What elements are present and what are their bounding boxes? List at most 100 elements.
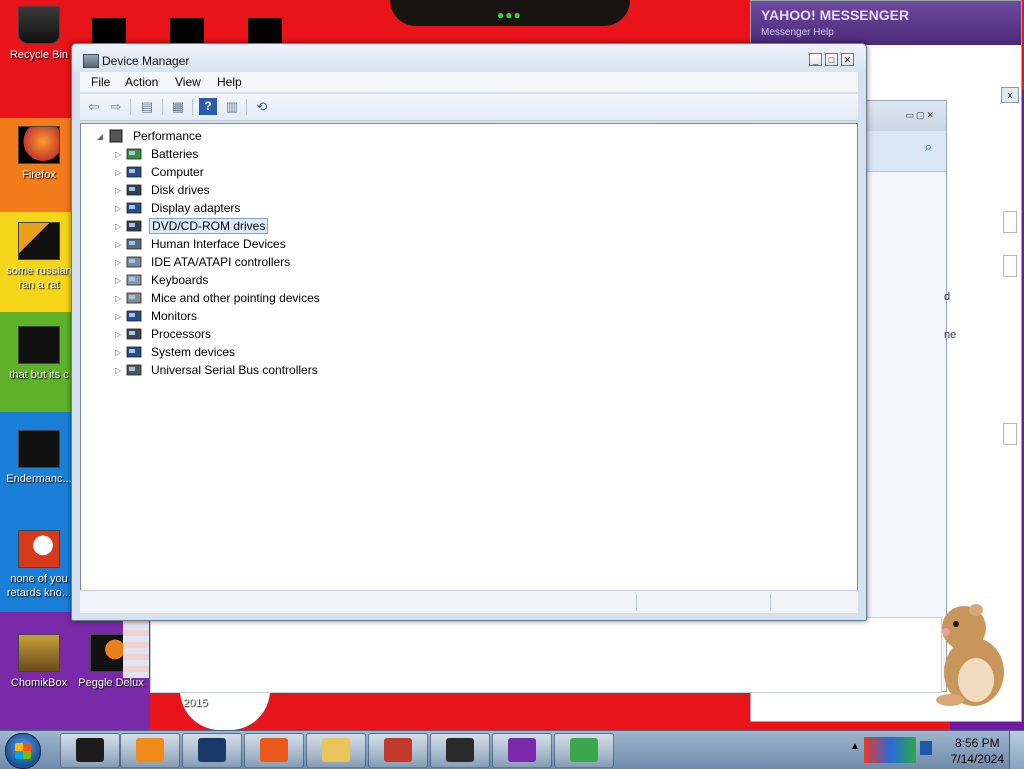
tree-node[interactable]: ▷ Human Interface Devices	[115, 235, 288, 253]
desktop-icon-firefox[interactable]: Firefox	[0, 126, 78, 182]
tree-node[interactable]: ▷ Batteries	[115, 145, 200, 163]
desktop-icon-endermanch[interactable]: Endermanc...	[0, 430, 78, 486]
tree-node[interactable]: ▷ System devices	[115, 343, 237, 361]
desktop-icon-recycle-bin[interactable]: Recycle Bin	[0, 6, 78, 62]
collapse-arrow-icon[interactable]: ◢	[97, 132, 105, 141]
clock-date: 7/14/2024	[950, 752, 1004, 766]
tree-node[interactable]: ▷ Disk drives	[115, 181, 212, 199]
desktop-icon-label: ChomikBox	[10, 677, 68, 689]
back-arrow-icon[interactable]: ⇦	[85, 98, 103, 115]
taskbar-firefox[interactable]	[244, 733, 304, 768]
taskbar-device-manager[interactable]	[368, 733, 428, 768]
clock[interactable]: 8:56 PM 7/14/2024	[951, 735, 1004, 767]
expand-arrow-icon[interactable]: ▷	[115, 240, 123, 249]
taskbar-yahoo[interactable]	[492, 733, 552, 768]
taskbar-app-1[interactable]	[60, 733, 120, 768]
yahoo-field[interactable]	[1003, 423, 1017, 445]
yahoo-field[interactable]	[1003, 211, 1017, 233]
desktop-icon-some-russian[interactable]: some russian ran a rat	[0, 222, 78, 292]
desktop-icon-chomikbox[interactable]: ChomikBox	[0, 634, 78, 690]
expand-arrow-icon[interactable]: ▷	[115, 312, 123, 321]
properties-icon[interactable]: ▦	[169, 98, 187, 115]
expand-arrow-icon[interactable]: ▷	[115, 348, 123, 357]
tree-node[interactable]: ▷ Computer	[115, 163, 206, 181]
tree-node[interactable]: ▷ DVD/CD-ROM drives	[115, 217, 269, 235]
expand-arrow-icon[interactable]: ▷	[115, 294, 123, 303]
system-tray: ▲ 8:56 PM 7/14/2024	[840, 731, 1024, 769]
tree-node[interactable]: ▷ Display adapters	[115, 199, 242, 217]
help-icon[interactable]: ?	[199, 98, 217, 115]
expand-arrow-icon[interactable]: ▷	[115, 222, 123, 231]
toolbar: ⇦ ⇨ ▤ ▦ ? ▥ ⟲	[80, 94, 858, 121]
window-controls-icon[interactable]: ▭▢✕	[905, 110, 936, 121]
action-pane-icon[interactable]: ▥	[223, 98, 241, 115]
expand-arrow-icon[interactable]: ▷	[115, 258, 123, 267]
tree-node-label: Processors	[151, 327, 212, 341]
maximize-button[interactable]: □	[825, 53, 838, 66]
battery-icon	[126, 147, 142, 161]
tree-node-label: System devices	[151, 345, 236, 359]
tree-node[interactable]: ▷ Keyboards	[115, 271, 210, 289]
desktop-top-icon[interactable]	[248, 18, 282, 46]
expand-arrow-icon[interactable]: ▷	[115, 168, 123, 177]
taskbar-explorer[interactable]	[306, 733, 366, 768]
tree-node[interactable]: ▷ Universal Serial Bus controllers	[115, 361, 320, 379]
tray-up-arrow-icon[interactable]: ▲	[850, 741, 860, 752]
expand-arrow-icon[interactable]: ▷	[115, 276, 123, 285]
desktop-icon-label: none of you retards kno...	[6, 573, 72, 599]
ide-controller-icon	[126, 255, 142, 269]
background-window-lower[interactable]	[123, 617, 942, 693]
menu-help[interactable]: Help	[217, 75, 242, 89]
show-hide-console-tree-icon[interactable]: ▤	[138, 98, 156, 115]
tree-node-label: DVD/CD-ROM drives	[149, 218, 269, 234]
taskbar-bluestacks[interactable]	[554, 733, 614, 768]
desktop-top-icon[interactable]	[92, 18, 126, 46]
search-icon[interactable]: ⌕	[925, 139, 932, 155]
expand-arrow-icon[interactable]: ▷	[115, 330, 123, 339]
tree-node[interactable]: ▷ Processors	[115, 325, 213, 343]
monitor-icon	[126, 309, 142, 323]
minimize-button[interactable]: _	[809, 53, 822, 66]
expand-arrow-icon[interactable]: ▷	[115, 204, 123, 213]
menu-action[interactable]: Action	[125, 75, 158, 89]
partial-text: d	[944, 291, 951, 303]
toolbar-separator	[162, 99, 163, 115]
taskbar-device-manager-icon	[384, 738, 412, 762]
start-button[interactable]	[5, 733, 41, 769]
show-desktop-button[interactable]	[1009, 731, 1024, 769]
yahoo-field[interactable]	[1003, 255, 1017, 277]
tree-node-label: Batteries	[151, 147, 199, 161]
taskbar-app-7[interactable]	[430, 733, 490, 768]
status-separator	[770, 594, 771, 611]
toolbar-separator	[130, 99, 131, 115]
tree-node[interactable]: ▷ Monitors	[115, 307, 199, 325]
tray-network-icon[interactable]	[920, 741, 932, 755]
forward-arrow-icon[interactable]: ⇨	[107, 98, 125, 115]
title-bar[interactable]: Device Manager _ □ ✕	[72, 44, 866, 72]
expand-arrow-icon[interactable]: ▷	[115, 186, 123, 195]
desktop-icon-that-but[interactable]: that but its c	[0, 326, 78, 382]
yahoo-close-button[interactable]: x	[1001, 87, 1019, 103]
desktop-top-icon[interactable]	[170, 18, 204, 46]
desktop-icon-none-of-you[interactable]: none of you retards kno...	[0, 530, 78, 600]
taskbar: ▲ 8:56 PM 7/14/2024	[0, 730, 1024, 769]
close-button[interactable]: ✕	[841, 53, 854, 66]
mouse-icon	[126, 291, 142, 305]
scan-hardware-icon[interactable]: ⟲	[253, 98, 271, 115]
expand-arrow-icon[interactable]: ▷	[115, 150, 123, 159]
device-manager-window[interactable]: Device Manager _ □ ✕ File Action View He…	[71, 43, 867, 621]
expand-arrow-icon[interactable]: ▷	[115, 366, 123, 375]
tray-app-icon[interactable]	[864, 737, 916, 763]
tree-root[interactable]: ◢ Performance	[97, 127, 204, 145]
tree-node[interactable]: ▷ IDE ATA/ATAPI controllers	[115, 253, 292, 271]
menu-view[interactable]: View	[175, 75, 201, 89]
menu-file[interactable]: File	[91, 75, 110, 89]
tree-node[interactable]: ▷ Mice and other pointing devices	[115, 289, 322, 307]
taskbar-app-3[interactable]	[182, 733, 242, 768]
tree-root-label: Performance	[133, 129, 202, 143]
taskbar-app-2[interactable]	[120, 733, 180, 768]
device-tree[interactable]: ◢ Performance ▷ Batteries ▷ Computer ▷ Disk d…	[80, 123, 858, 591]
hid-icon	[126, 237, 142, 251]
menu-bar: File Action View Help	[80, 72, 858, 92]
taskbar-app-3-icon	[198, 738, 226, 762]
